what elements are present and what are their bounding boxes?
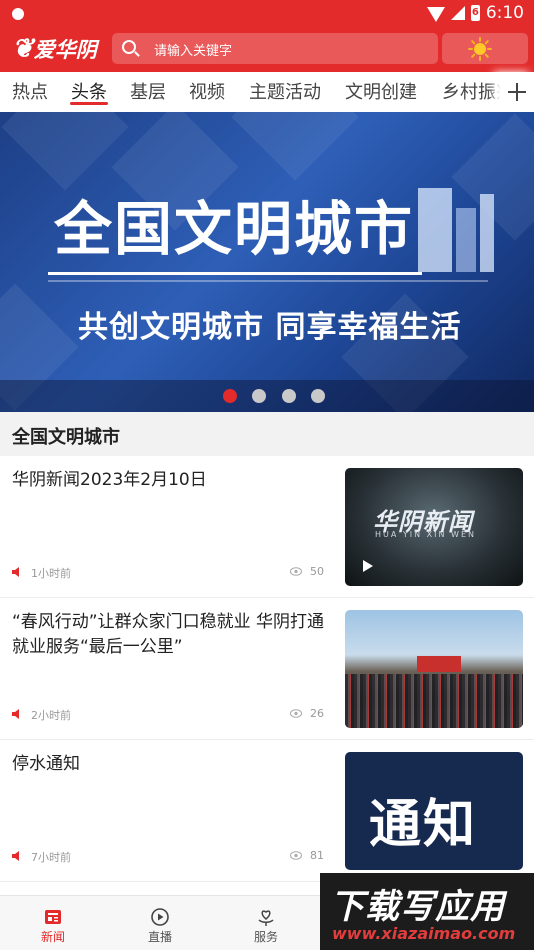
building-graphic [456,208,476,272]
carousel-dot[interactable] [252,389,266,403]
news-views: 26 [310,707,324,720]
speaker-icon [12,709,19,719]
building-graphic [418,188,452,272]
watermark-url: www.xiazaimao.com [332,924,516,943]
play-circle-icon [151,908,169,926]
tab-video[interactable]: 视频 [189,78,225,104]
speaker-icon [12,567,19,577]
status-bar: 6 6:10 [0,0,534,28]
battery-icon: 6 [470,5,480,21]
watermark: 下载写应用 www.xiazaimao.com [320,873,534,950]
notification-dot-icon [12,8,24,20]
thumbnail-tent [417,656,461,672]
news-item[interactable]: “春风行动”让群众家门口稳就业 华阴打通就业服务“最后一公里” 2小时前 26 [0,598,534,740]
news-meta: 1小时前 50 [12,565,324,580]
app-logo[interactable]: ❦爱华阴 [12,34,97,64]
building-graphic [480,194,494,272]
news-time: 1小时前 [31,567,71,580]
search-input[interactable]: 请输入关键字 [154,40,232,59]
eye-icon [290,567,302,576]
news-views: 50 [310,565,324,578]
logo-text: 爱华阴 [33,37,97,62]
banner-title: 全国文明城市 [54,195,415,263]
carousel-dot[interactable] [223,389,237,403]
carousel-indicator [0,380,534,412]
carousel-dot[interactable] [282,389,296,403]
nav-live[interactable]: 直播 [120,896,200,950]
news-time: 7小时前 [31,851,71,864]
app-header: ❦爱华阴 请输入关键字 [0,28,534,72]
nav-label: 新闻 [40,930,65,944]
nav-label: 直播 [147,930,172,944]
nav-news[interactable]: 新闻 [13,896,93,950]
weather-button[interactable] [442,33,528,64]
news-meta: 2小时前 26 [12,707,324,722]
banner-subtitle: 共创文明城市 同享幸福生活 [78,310,462,345]
news-item[interactable]: 华阴新闻2023年2月10日 1小时前 50 华阴新闻 HUA YIN XIN … [0,456,534,598]
speaker-icon [12,851,19,861]
search-icon [122,40,136,54]
eye-icon [290,851,302,860]
watermark-main: 下载写应用 [330,887,505,927]
tab-grassroots[interactable]: 基层 [130,78,166,104]
category-tabs: 热点 头条 基层 视频 主题活动 文明创建 乡村振兴 [0,72,534,112]
news-title: “春风行动”让群众家门口稳就业 华阴打通就业服务“最后一公里” [12,612,325,657]
thumbnail-subtitle: HUA YIN XIN WEN [375,530,476,539]
section-header: 全国文明城市 [0,412,534,456]
thumbnail-title: 通知 [369,795,478,855]
banner-divider [48,272,422,275]
status-time: 6:10 [485,3,524,23]
active-tab-indicator [70,102,108,105]
news-title: 华阴新闻2023年2月10日 [12,470,207,490]
search-box[interactable]: 请输入关键字 [112,33,438,64]
wifi-icon [426,6,445,22]
news-thumbnail[interactable] [345,610,523,728]
status-right: 6 6:10 [426,3,524,23]
banner-decoration [1,112,129,191]
banner-decoration [231,112,359,181]
news-time: 2小时前 [31,709,71,722]
banner-divider [48,280,488,282]
tab-civilization[interactable]: 文明创建 [345,78,417,104]
add-channel-button[interactable] [500,72,534,112]
play-icon[interactable] [363,560,373,572]
news-views: 81 [310,849,324,862]
news-thumbnail[interactable]: 通知 [345,752,523,870]
news-meta: 7小时前 81 [12,849,324,864]
signal-icon [450,6,465,20]
sun-icon [468,37,492,61]
eye-icon [290,709,302,718]
tab-hot[interactable]: 热点 [12,78,48,104]
nav-label: 服务 [253,930,278,944]
heart-hand-icon [258,910,274,926]
news-thumbnail[interactable]: 华阴新闻 HUA YIN XIN WEN [345,468,523,586]
thumbnail-crowd [345,674,523,728]
section-title: 全国文明城市 [12,427,120,448]
carousel-dot[interactable] [311,389,325,403]
news-title: 停水通知 [12,754,80,774]
tab-theme-activity[interactable]: 主题活动 [249,78,321,104]
banner-carousel[interactable]: 全国文明城市 共创文明城市 同享幸福生活 [0,112,534,412]
news-icon [45,910,61,924]
tab-headlines[interactable]: 头条 [71,78,107,104]
nav-service[interactable]: 服务 [226,896,306,950]
news-item[interactable]: 停水通知 7小时前 81 通知 [0,740,534,882]
